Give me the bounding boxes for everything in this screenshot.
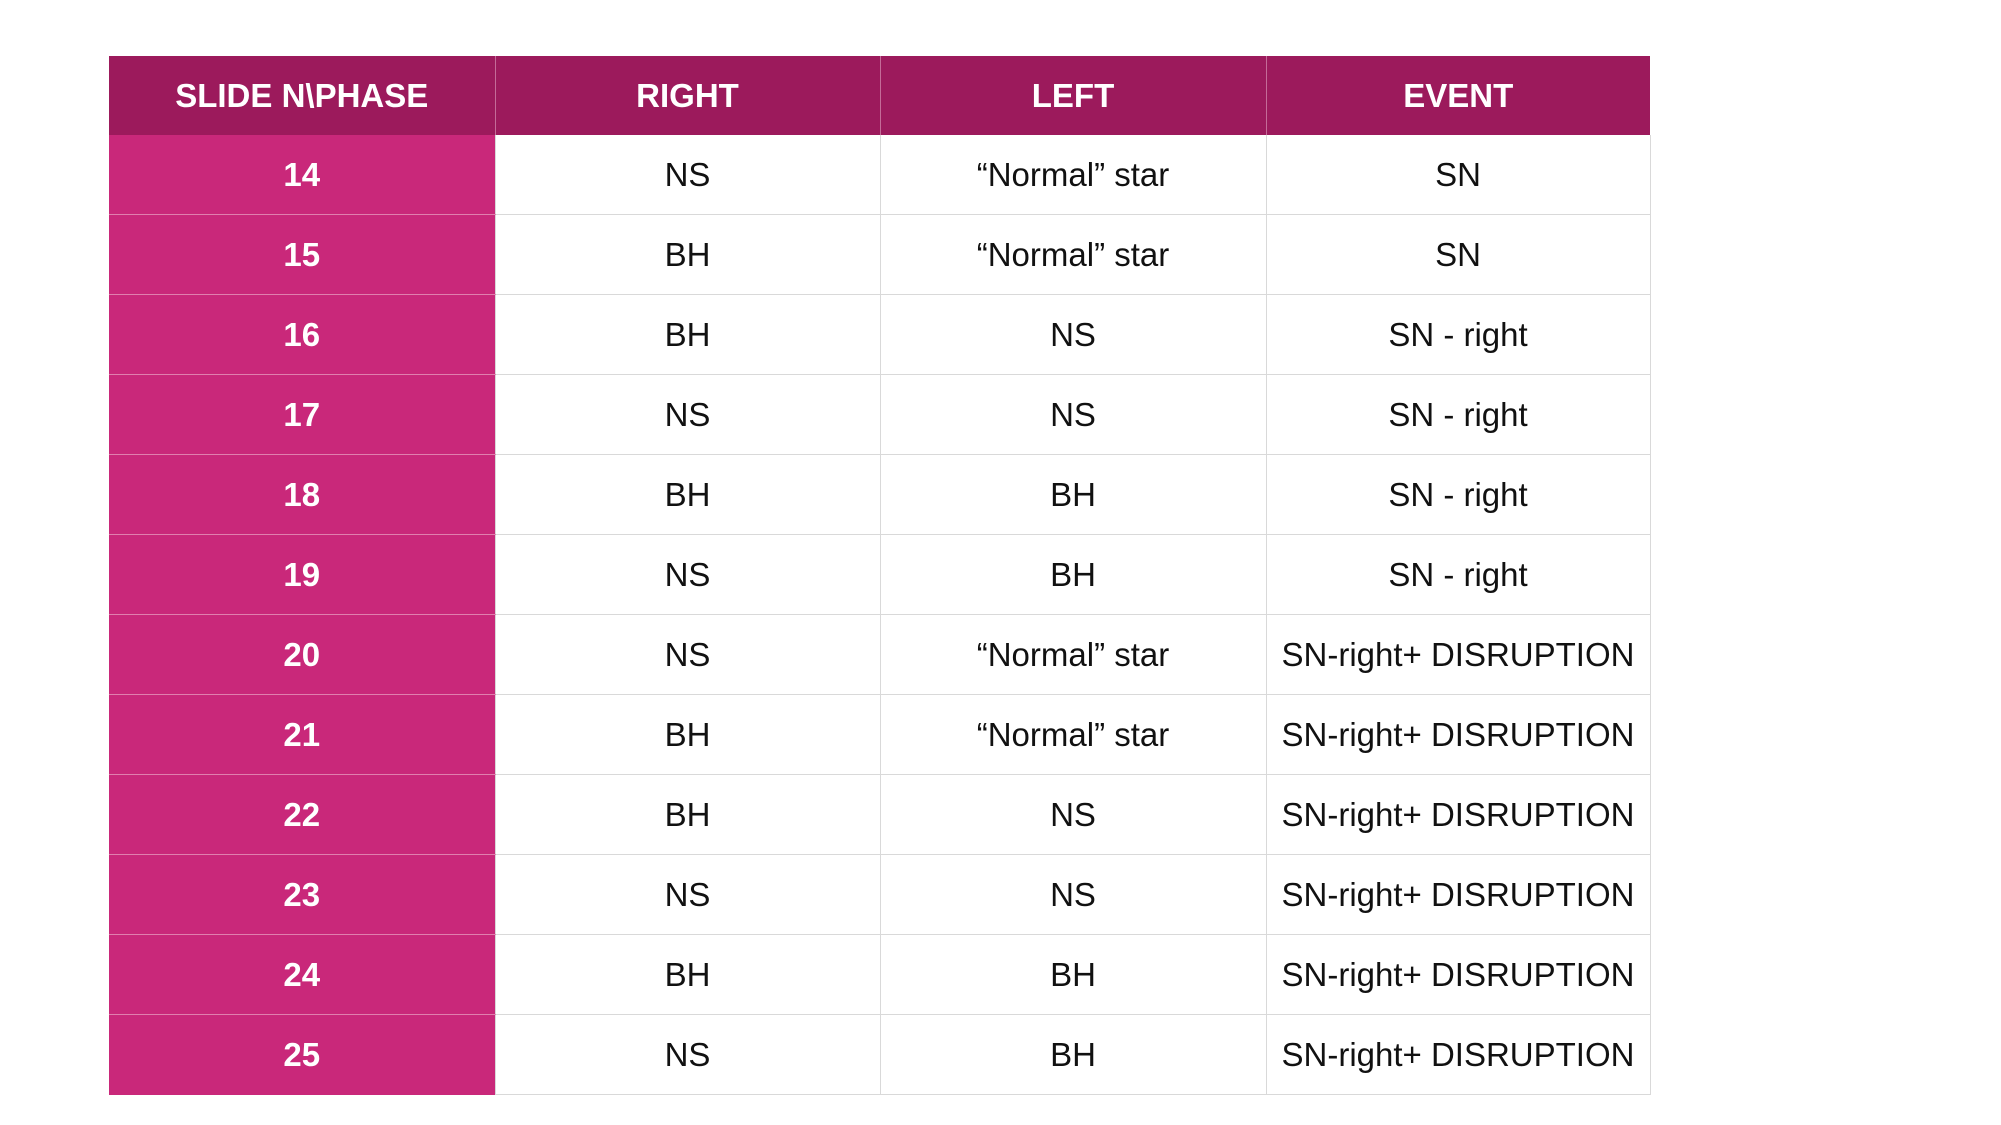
left-cell: NS xyxy=(879,294,1267,375)
header-left: LEFT xyxy=(880,56,1267,135)
table-row: 18 BH BH SN - right xyxy=(109,454,1651,535)
table-row: 15 BH “Normal” star SN xyxy=(109,214,1651,295)
slide-number-cell: 18 xyxy=(109,454,495,535)
table-row: 21 BH “Normal” star SN-right+ DISRUPTION xyxy=(109,694,1651,775)
slide-number-cell: 19 xyxy=(109,534,495,615)
table-row: 17 NS NS SN - right xyxy=(109,374,1651,455)
right-cell: BH xyxy=(494,294,881,375)
event-cell: SN - right xyxy=(1265,294,1651,375)
table-row: 20 NS “Normal” star SN-right+ DISRUPTION xyxy=(109,614,1651,695)
left-cell: BH xyxy=(879,1014,1267,1095)
phase-table: SLIDE N\PHASE RIGHT LEFT EVENT 14 NS “No… xyxy=(109,56,1651,1095)
right-cell: BH xyxy=(494,774,881,855)
header-slide-phase: SLIDE N\PHASE xyxy=(109,56,496,135)
table-row: 23 NS NS SN-right+ DISRUPTION xyxy=(109,854,1651,935)
event-cell: SN-right+ DISRUPTION xyxy=(1265,614,1651,695)
left-cell: BH xyxy=(879,454,1267,535)
slide-number-cell: 16 xyxy=(109,294,495,375)
slide-number-cell: 14 xyxy=(109,135,495,215)
slide-number-cell: 21 xyxy=(109,694,495,775)
event-cell: SN - right xyxy=(1265,534,1651,615)
header-right: RIGHT xyxy=(495,56,881,135)
left-cell: “Normal” star xyxy=(879,694,1267,775)
event-cell: SN xyxy=(1265,214,1651,295)
right-cell: NS xyxy=(494,374,881,455)
slide-number-cell: 23 xyxy=(109,854,495,935)
slide-number-cell: 15 xyxy=(109,214,495,295)
event-cell: SN-right+ DISRUPTION xyxy=(1265,774,1651,855)
right-cell: NS xyxy=(494,1014,881,1095)
table-row: 19 NS BH SN - right xyxy=(109,534,1651,615)
table-row: 16 BH NS SN - right xyxy=(109,294,1651,375)
event-cell: SN - right xyxy=(1265,374,1651,455)
event-cell: SN xyxy=(1265,135,1651,215)
event-cell: SN - right xyxy=(1265,454,1651,535)
left-cell: NS xyxy=(879,774,1267,855)
left-cell: NS xyxy=(879,374,1267,455)
slide-number-cell: 25 xyxy=(109,1014,495,1095)
right-cell: BH xyxy=(494,454,881,535)
event-cell: SN-right+ DISRUPTION xyxy=(1265,934,1651,1015)
slide-number-cell: 17 xyxy=(109,374,495,455)
right-cell: NS xyxy=(494,614,881,695)
left-cell: NS xyxy=(879,854,1267,935)
table-row: 14 NS “Normal” star SN xyxy=(109,135,1651,215)
event-cell: SN-right+ DISRUPTION xyxy=(1265,854,1651,935)
slide-number-cell: 24 xyxy=(109,934,495,1015)
right-cell: BH xyxy=(494,934,881,1015)
slide-number-cell: 20 xyxy=(109,614,495,695)
right-cell: BH xyxy=(494,694,881,775)
header-event: EVENT xyxy=(1266,56,1650,135)
slide-number-cell: 22 xyxy=(109,774,495,855)
right-cell: NS xyxy=(494,534,881,615)
table-row: 24 BH BH SN-right+ DISRUPTION xyxy=(109,934,1651,1015)
left-cell: BH xyxy=(879,934,1267,1015)
table-header-row: SLIDE N\PHASE RIGHT LEFT EVENT xyxy=(109,56,1650,135)
left-cell: “Normal” star xyxy=(879,135,1267,215)
event-cell: SN-right+ DISRUPTION xyxy=(1265,694,1651,775)
table-row: 22 BH NS SN-right+ DISRUPTION xyxy=(109,774,1651,855)
right-cell: NS xyxy=(494,854,881,935)
right-cell: NS xyxy=(494,135,881,215)
event-cell: SN-right+ DISRUPTION xyxy=(1265,1014,1651,1095)
table-row: 25 NS BH SN-right+ DISRUPTION xyxy=(109,1014,1651,1095)
right-cell: BH xyxy=(494,214,881,295)
left-cell: “Normal” star xyxy=(879,214,1267,295)
left-cell: “Normal” star xyxy=(879,614,1267,695)
left-cell: BH xyxy=(879,534,1267,615)
